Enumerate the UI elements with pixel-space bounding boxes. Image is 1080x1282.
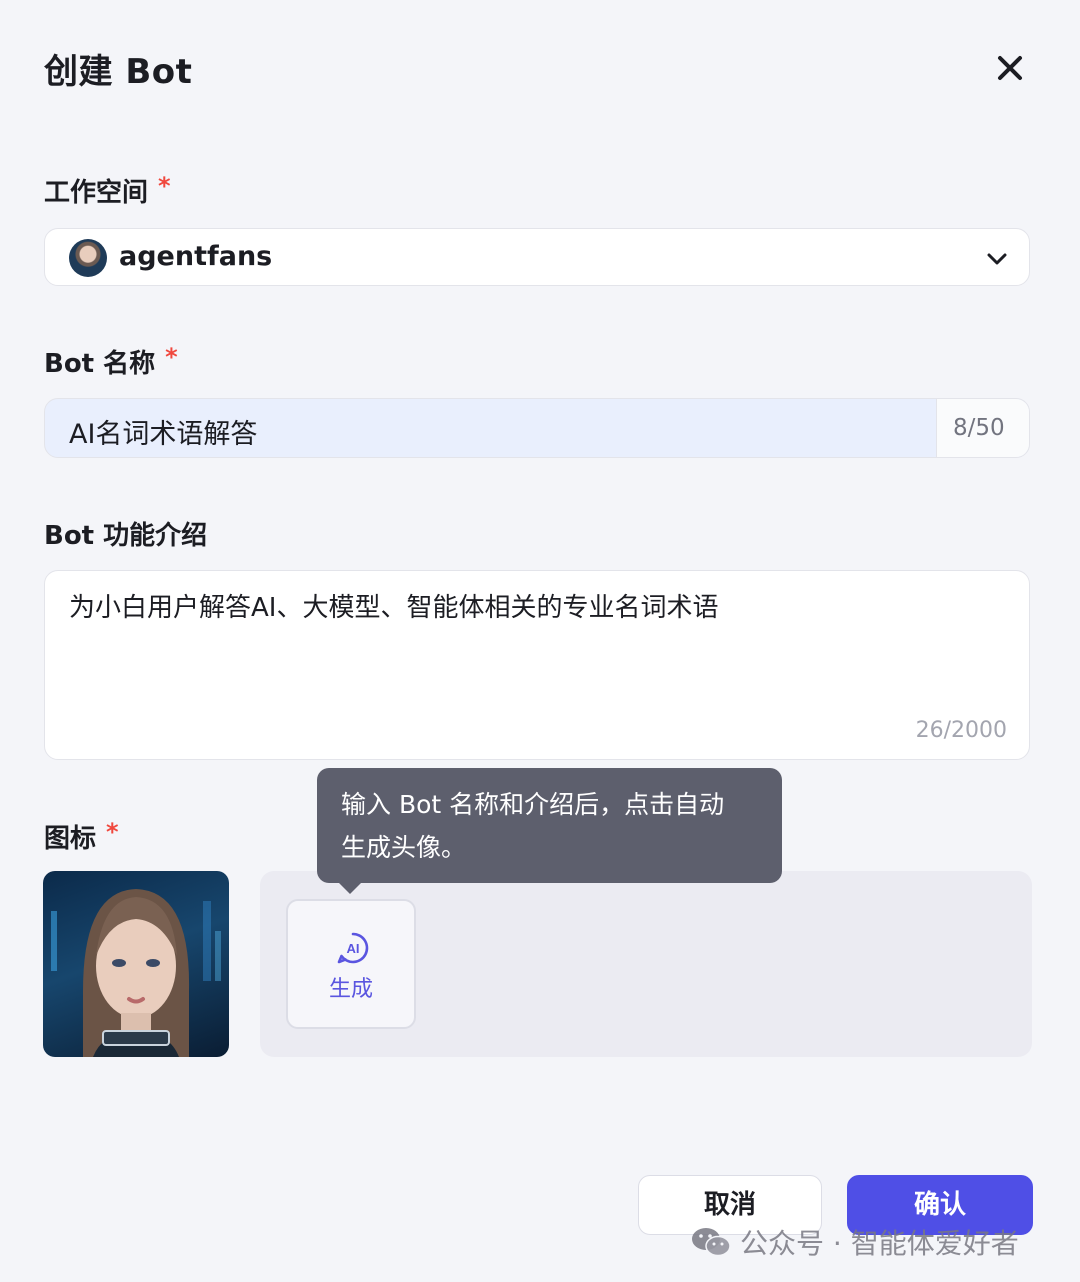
watermark-text: 公众号 · 智能体爱好者 [740, 1227, 1019, 1260]
bot-description-value[interactable]: 为小白用户解答AI、大模型、智能体相关的专业名词术语 [69, 587, 718, 624]
close-icon[interactable] [992, 50, 1028, 86]
bot-name-label: Bot 名称 * [44, 343, 178, 380]
svg-text:AI: AI [347, 941, 360, 956]
required-mark: * [165, 343, 178, 371]
bot-name-counter: 8/50 [936, 399, 1029, 457]
wechat-icon [692, 1228, 731, 1257]
ai-sparkle-icon: AI [337, 932, 369, 964]
ai-generate-label: 生成 [328, 977, 373, 1002]
icon-label-text: 图标 [44, 824, 97, 854]
icon-label: 图标 * [44, 818, 119, 855]
tooltip-line-1: 输入 Bot 名称和介绍后，点击自动 [341, 790, 725, 819]
bot-description-counter: 26/2000 [915, 718, 1007, 743]
generate-tooltip: 输入 Bot 名称和介绍后，点击自动 生成头像。 [317, 768, 782, 883]
bot-avatar-portrait [51, 889, 221, 1057]
ai-generate-button[interactable]: AI 生成 [286, 899, 416, 1029]
chevron-down-icon[interactable] [985, 247, 1009, 271]
dialog-title: 创建 Bot [44, 52, 193, 92]
workspace-selected-value: agentfans [119, 241, 273, 272]
workspace-select[interactable]: agentfans [44, 228, 1030, 286]
required-mark: * [158, 172, 171, 200]
create-bot-dialog: 创建 Bot 工作空间 * agentfans Bot 名称 * AI名词术语解答 … [0, 0, 1080, 1282]
workspace-label: 工作空间 * [44, 172, 171, 209]
workspace-avatar [69, 239, 107, 277]
bot-name-input[interactable]: AI名词术语解答 8/50 [44, 398, 1030, 458]
tooltip-arrow [338, 882, 362, 894]
workspace-label-text: 工作空间 [44, 178, 149, 208]
required-mark: * [106, 818, 119, 846]
watermark: 公众号 · 智能体爱好者 [690, 1222, 1019, 1262]
bot-avatar-image[interactable] [43, 871, 229, 1057]
bot-description-textarea[interactable]: 为小白用户解答AI、大模型、智能体相关的专业名词术语 26/2000 [44, 570, 1030, 760]
bot-name-counter-text: 8/50 [953, 415, 1005, 441]
bot-description-label: Bot 功能介绍 [44, 521, 208, 551]
tooltip-line-2: 生成头像。 [341, 833, 467, 862]
bot-name-value[interactable]: AI名词术语解答 [69, 412, 257, 451]
bot-name-label-text: Bot 名称 [44, 349, 156, 379]
